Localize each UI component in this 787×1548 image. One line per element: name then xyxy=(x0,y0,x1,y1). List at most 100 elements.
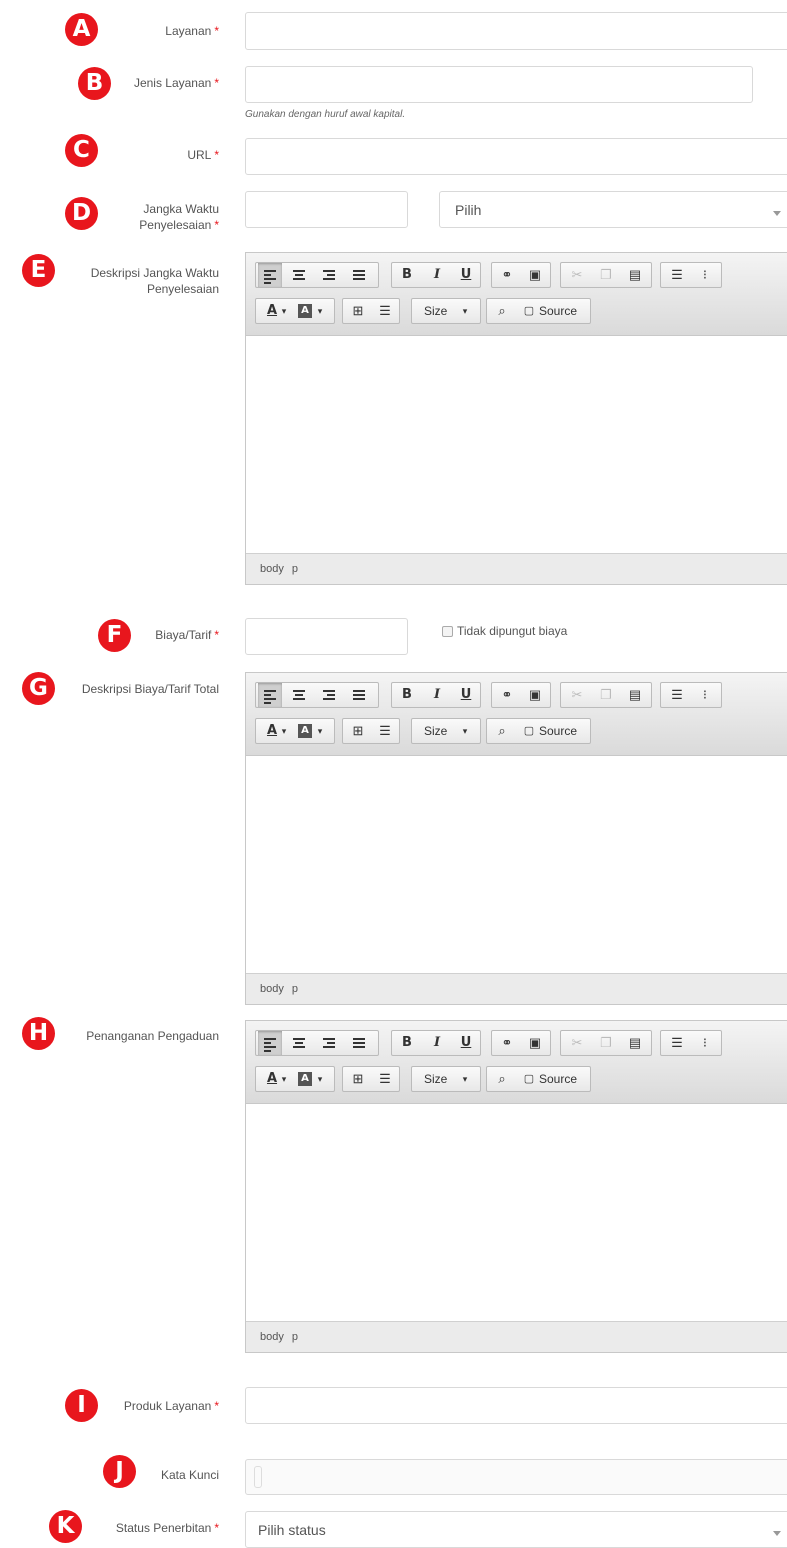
italic-button[interactable]: I xyxy=(425,263,449,287)
table-icon[interactable]: ⊞ xyxy=(346,719,370,743)
image-icon[interactable]: ▣ xyxy=(523,263,547,287)
editor-path: body p xyxy=(246,553,787,584)
align-left-icon[interactable] xyxy=(258,263,282,287)
horizontal-rule-icon[interactable]: ☰ xyxy=(373,1067,397,1091)
bg-color-button[interactable]: A xyxy=(298,304,312,318)
jenis-layanan-input[interactable] xyxy=(245,66,753,103)
produk-input[interactable] xyxy=(245,1387,787,1424)
jangka-waktu-input[interactable] xyxy=(245,191,408,228)
deskripsi-jangka-label: Deskripsi Jangka Waktu Penyelesaian xyxy=(90,266,219,296)
bold-button[interactable]: B xyxy=(395,683,419,707)
chevron-down-icon: ▾ xyxy=(462,1074,468,1084)
underline-button[interactable]: U xyxy=(454,263,478,287)
status-select[interactable] xyxy=(245,1511,787,1548)
bulleted-list-icon[interactable]: ⁝ xyxy=(693,683,717,707)
preview-icon[interactable]: ⌕ xyxy=(490,719,514,743)
size-dropdown[interactable]: Size xyxy=(424,1067,447,1091)
underline-button[interactable]: U xyxy=(454,683,478,707)
editor-toolbar: B I U ⚭ ▣ ✂ ❐ ▤ ☰ ⁝ A ▾ A ▾ ⊞ ☰ Size ▾ ⌕… xyxy=(246,673,787,756)
url-input[interactable] xyxy=(245,138,787,175)
table-icon[interactable]: ⊞ xyxy=(346,299,370,323)
align-center-icon[interactable] xyxy=(287,683,311,707)
bold-button[interactable]: B xyxy=(395,1031,419,1055)
bg-color-button[interactable]: A xyxy=(298,1072,312,1086)
horizontal-rule-icon[interactable]: ☰ xyxy=(373,719,397,743)
jenis-layanan-hint: Gunakan dengan huruf awal kapital. xyxy=(245,109,406,120)
badge-i: I xyxy=(65,1389,98,1422)
cut-icon[interactable]: ✂ xyxy=(565,683,589,707)
source-icon[interactable]: ▢ xyxy=(517,1067,541,1091)
align-left-icon[interactable] xyxy=(258,683,282,707)
source-icon[interactable]: ▢ xyxy=(517,719,541,743)
kata-kunci-input[interactable] xyxy=(245,1459,787,1495)
biaya-input[interactable] xyxy=(245,618,408,655)
source-button[interactable]: Source xyxy=(539,1067,577,1091)
source-icon[interactable]: ▢ xyxy=(517,299,541,323)
italic-button[interactable]: I xyxy=(425,1031,449,1055)
italic-button[interactable]: I xyxy=(425,683,449,707)
link-icon[interactable]: ⚭ xyxy=(495,1031,519,1055)
url-label: URL * xyxy=(187,148,219,162)
chevron-down-icon[interactable]: ▾ xyxy=(278,719,290,743)
numbered-list-icon[interactable]: ☰ xyxy=(665,263,689,287)
status-select-value: Pilih status xyxy=(258,1522,326,1538)
layanan-label: Layanan * xyxy=(165,24,219,38)
cut-icon[interactable]: ✂ xyxy=(565,1031,589,1055)
chevron-down-icon[interactable]: ▾ xyxy=(314,299,326,323)
bold-button[interactable]: B xyxy=(395,263,419,287)
jangka-waktu-select-value: Pilih xyxy=(455,202,482,218)
editor-toolbar: B I U ⚭ ▣ ✂ ❐ ▤ ☰ ⁝ A ▾ A ▾ ⊞ ☰ Size ▾ ⌕… xyxy=(246,1021,787,1104)
editor-deskripsi-jangka[interactable]: B I U ⚭ ▣ ✂ ❐ ▤ ☰ ⁝ A ▾ A ▾ ⊞ ☰ Size ▾ ⌕… xyxy=(245,252,787,585)
chevron-down-icon[interactable]: ▾ xyxy=(278,299,290,323)
table-icon[interactable]: ⊞ xyxy=(346,1067,370,1091)
cut-icon[interactable]: ✂ xyxy=(565,263,589,287)
align-right-icon[interactable] xyxy=(317,683,341,707)
chevron-down-icon[interactable]: ▾ xyxy=(314,719,326,743)
preview-icon[interactable]: ⌕ xyxy=(490,1067,514,1091)
copy-icon[interactable]: ❐ xyxy=(594,263,618,287)
align-right-icon[interactable] xyxy=(317,263,341,287)
source-button[interactable]: Source xyxy=(539,299,577,323)
numbered-list-icon[interactable]: ☰ xyxy=(665,683,689,707)
align-left-icon[interactable] xyxy=(258,1031,282,1055)
align-justify-icon[interactable] xyxy=(347,1031,371,1055)
align-justify-icon[interactable] xyxy=(347,263,371,287)
paste-icon[interactable]: ▤ xyxy=(623,683,647,707)
image-icon[interactable]: ▣ xyxy=(523,1031,547,1055)
align-right-icon[interactable] xyxy=(317,1031,341,1055)
link-icon[interactable]: ⚭ xyxy=(495,263,519,287)
editor-pengaduan[interactable]: B I U ⚭ ▣ ✂ ❐ ▤ ☰ ⁝ A ▾ A ▾ ⊞ ☰ Size ▾ ⌕… xyxy=(245,1020,787,1353)
chevron-down-icon xyxy=(773,211,781,216)
link-icon[interactable]: ⚭ xyxy=(495,683,519,707)
size-dropdown[interactable]: Size xyxy=(424,299,447,323)
paste-icon[interactable]: ▤ xyxy=(623,1031,647,1055)
bg-color-button[interactable]: A xyxy=(298,724,312,738)
editor-toolbar: B I U ⚭ ▣ ✂ ❐ ▤ ☰ ⁝ A ▾ A ▾ ⊞ ☰ Size ▾ ⌕… xyxy=(246,253,787,336)
chevron-down-icon[interactable]: ▾ xyxy=(278,1067,290,1091)
underline-button[interactable]: U xyxy=(454,1031,478,1055)
horizontal-rule-icon[interactable]: ☰ xyxy=(373,299,397,323)
editor-path: body p xyxy=(246,1321,787,1352)
jenis-layanan-label: Jenis Layanan * xyxy=(133,76,219,90)
align-center-icon[interactable] xyxy=(287,1031,311,1055)
size-dropdown[interactable]: Size xyxy=(424,719,447,743)
numbered-list-icon[interactable]: ☰ xyxy=(665,1031,689,1055)
tidak-dipungut-checkbox[interactable] xyxy=(442,626,453,637)
chevron-down-icon[interactable]: ▾ xyxy=(314,1067,326,1091)
text-cursor xyxy=(254,1466,262,1488)
align-justify-icon[interactable] xyxy=(347,683,371,707)
bulleted-list-icon[interactable]: ⁝ xyxy=(693,263,717,287)
copy-icon[interactable]: ❐ xyxy=(594,683,618,707)
chevron-down-icon: ▾ xyxy=(462,726,468,736)
jangka-waktu-select[interactable] xyxy=(439,191,787,228)
preview-icon[interactable]: ⌕ xyxy=(490,299,514,323)
paste-icon[interactable]: ▤ xyxy=(623,263,647,287)
copy-icon[interactable]: ❐ xyxy=(594,1031,618,1055)
jangka-waktu-label: Jangka Waktu Penyelesaian * xyxy=(139,202,219,232)
layanan-input[interactable] xyxy=(245,12,787,50)
bulleted-list-icon[interactable]: ⁝ xyxy=(693,1031,717,1055)
source-button[interactable]: Source xyxy=(539,719,577,743)
editor-deskripsi-biaya[interactable]: B I U ⚭ ▣ ✂ ❐ ▤ ☰ ⁝ A ▾ A ▾ ⊞ ☰ Size ▾ ⌕… xyxy=(245,672,787,1005)
align-center-icon[interactable] xyxy=(287,263,311,287)
image-icon[interactable]: ▣ xyxy=(523,683,547,707)
